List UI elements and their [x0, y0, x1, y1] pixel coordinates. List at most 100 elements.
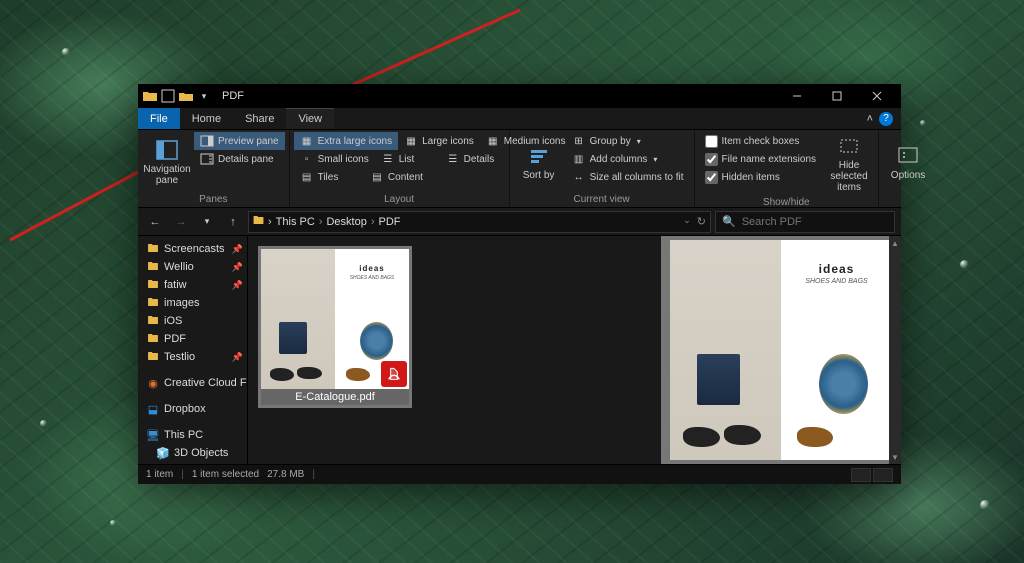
new-folder-icon[interactable] [178, 88, 194, 104]
layout-content[interactable]: ▤Content [364, 168, 434, 186]
tree-item[interactable]: 🖿iOS [138, 312, 247, 330]
title-bar[interactable]: ▾ PDF [138, 84, 901, 108]
sort-icon [527, 144, 551, 168]
tree-item[interactable]: 🖿Wellio📌 [138, 258, 247, 276]
navigation-pane-button[interactable]: Navigation pane [142, 132, 192, 192]
options-button[interactable]: Options [883, 132, 933, 192]
tab-home[interactable]: Home [180, 108, 233, 129]
resize-icon: ↔ [572, 170, 586, 184]
preview-scrollbar[interactable]: ▲ ▼ [889, 236, 901, 464]
file-list[interactable]: ideas SHOES AND BAGS E [248, 236, 661, 464]
search-icon: 🔍 [722, 215, 736, 228]
up-button[interactable]: ↑ [222, 211, 244, 233]
size-columns-button[interactable]: ↔Size all columns to fit [566, 168, 690, 186]
hidden-items-toggle[interactable]: Hidden items [699, 168, 823, 186]
content-area: ideas SHOES AND BAGS E [248, 236, 901, 464]
file-extensions-toggle[interactable]: File name extensions [699, 150, 823, 168]
tree-item[interactable]: 🖿Screencasts📌 [138, 240, 247, 258]
tab-file[interactable]: File [138, 108, 180, 129]
refresh-icon[interactable]: ↻ [697, 215, 706, 228]
hide-selected-button[interactable]: Hide selected items [824, 132, 874, 195]
folder-icon: 🖿 [146, 296, 160, 310]
layout-small[interactable]: ▫Small icons [294, 150, 375, 168]
layout-details[interactable]: ☰Details [440, 150, 505, 168]
forward-button[interactable]: → [170, 211, 192, 233]
folder-icon: 🖿 [146, 278, 160, 292]
group-layout-label: Layout [294, 192, 505, 207]
3d-icon: 🧊 [156, 446, 170, 460]
group-by-button[interactable]: ⊞Group by▾ [566, 132, 690, 150]
tree-item[interactable]: 🧊3D Objects [138, 444, 247, 462]
cloud-icon: ◉ [146, 376, 160, 390]
collapse-ribbon-icon[interactable]: ˄ [867, 113, 873, 125]
details-icon: ☰ [446, 152, 460, 166]
preview-pane-icon [200, 134, 214, 148]
group-layout: ▦Extra large icons ▦Large icons ▦Medium … [290, 130, 510, 207]
group-current-view-label: Current view [514, 192, 690, 207]
help-icon[interactable]: ? [879, 112, 893, 126]
tree-item[interactable]: 🖿images [138, 294, 247, 312]
group-options: Options [879, 130, 937, 207]
details-view-button[interactable] [851, 468, 871, 482]
properties-icon[interactable] [160, 88, 176, 104]
folder-icon: 🖿 [253, 212, 264, 231]
chevron-right-icon[interactable]: › [268, 216, 272, 228]
file-item[interactable]: ideas SHOES AND BAGS E [258, 246, 412, 408]
file-name: E-Catalogue.pdf [261, 389, 409, 405]
thumbnails-view-button[interactable] [873, 468, 893, 482]
crumb-this-pc[interactable]: This PC› [276, 216, 323, 228]
history-dropdown-icon[interactable]: ⌄ [683, 215, 691, 228]
grid-icon: ▫ [300, 152, 314, 166]
dropbox-icon: ⬓ [146, 402, 160, 416]
scroll-down-icon[interactable]: ▼ [889, 450, 901, 464]
tree-item[interactable]: 🖿fatiw📌 [138, 276, 247, 294]
tree-dropbox[interactable]: ⬓Dropbox [138, 400, 247, 418]
layout-tiles[interactable]: ▤Tiles [294, 168, 364, 186]
details-pane-button[interactable]: Details pane [194, 150, 285, 168]
navigation-tree[interactable]: 🖿Screencasts📌🖿Wellio📌🖿fatiw📌🖿images🖿iOS🖿… [138, 236, 248, 464]
crumb-pdf[interactable]: PDF [379, 216, 401, 228]
minimize-button[interactable] [777, 84, 817, 108]
pc-icon: 🖥 [146, 428, 160, 442]
tab-view[interactable]: View [286, 108, 334, 129]
crumb-desktop[interactable]: Desktop› [326, 216, 374, 228]
search-input[interactable] [742, 216, 888, 228]
explorer-body: 🖿Screencasts📌🖿Wellio📌🖿fatiw📌🖿images🖿iOS🖿… [138, 236, 901, 464]
add-columns-button[interactable]: ▥Add columns▾ [566, 150, 690, 168]
tree-creative-cloud[interactable]: ◉Creative Cloud Files [138, 374, 247, 392]
pdf-badge-icon [381, 361, 407, 387]
maximize-button[interactable] [817, 84, 857, 108]
status-selected: 1 item selected [192, 469, 259, 480]
layout-large[interactable]: ▦Large icons [398, 132, 480, 150]
search-box[interactable]: 🔍 [715, 211, 895, 233]
folder-icon [142, 88, 158, 104]
preview-pane-button[interactable]: Preview pane [194, 132, 285, 150]
address-bar: ← → ▾ ↑ 🖿 › This PC› Desktop› PDF ⌄ ↻ 🔍 [138, 208, 901, 236]
back-button[interactable]: ← [144, 211, 166, 233]
status-bar: 1 item | 1 item selected 27.8 MB | [138, 464, 901, 484]
item-checkboxes-toggle[interactable]: Item check boxes [699, 132, 823, 150]
layout-extra-large[interactable]: ▦Extra large icons [294, 132, 398, 150]
group-panes-label: Panes [142, 192, 285, 207]
group-show-hide: Item check boxes File name extensions Hi… [695, 130, 880, 207]
layout-list[interactable]: ☰List [375, 150, 440, 168]
ribbon: Navigation pane Preview pane Details pan… [138, 130, 901, 208]
preview-pane: ideas SHOES AND BAGS ▲ ▼ [661, 236, 901, 464]
hide-icon [837, 134, 861, 158]
qat-dropdown-icon[interactable]: ▾ [196, 88, 212, 104]
tree-item[interactable]: 🖿Testlio📌 [138, 348, 247, 366]
sort-by-button[interactable]: Sort by [514, 132, 564, 192]
folder-icon: 🖿 [146, 242, 160, 256]
close-button[interactable] [857, 84, 897, 108]
file-thumbnail: ideas SHOES AND BAGS [261, 249, 409, 389]
explorer-window: ▾ PDF File Home Share View ˄ ? Navigatio… [138, 84, 901, 484]
recent-locations-button[interactable]: ▾ [196, 211, 218, 233]
group-icon: ⊞ [572, 134, 586, 148]
scroll-up-icon[interactable]: ▲ [889, 236, 901, 250]
group-panes: Navigation pane Preview pane Details pan… [138, 130, 290, 207]
list-icon: ☰ [381, 152, 395, 166]
tree-this-pc[interactable]: 🖥This PC [138, 426, 247, 444]
breadcrumb[interactable]: 🖿 › This PC› Desktop› PDF ⌄ ↻ [248, 211, 711, 233]
tab-share[interactable]: Share [233, 108, 286, 129]
tree-item[interactable]: 🖿PDF [138, 330, 247, 348]
